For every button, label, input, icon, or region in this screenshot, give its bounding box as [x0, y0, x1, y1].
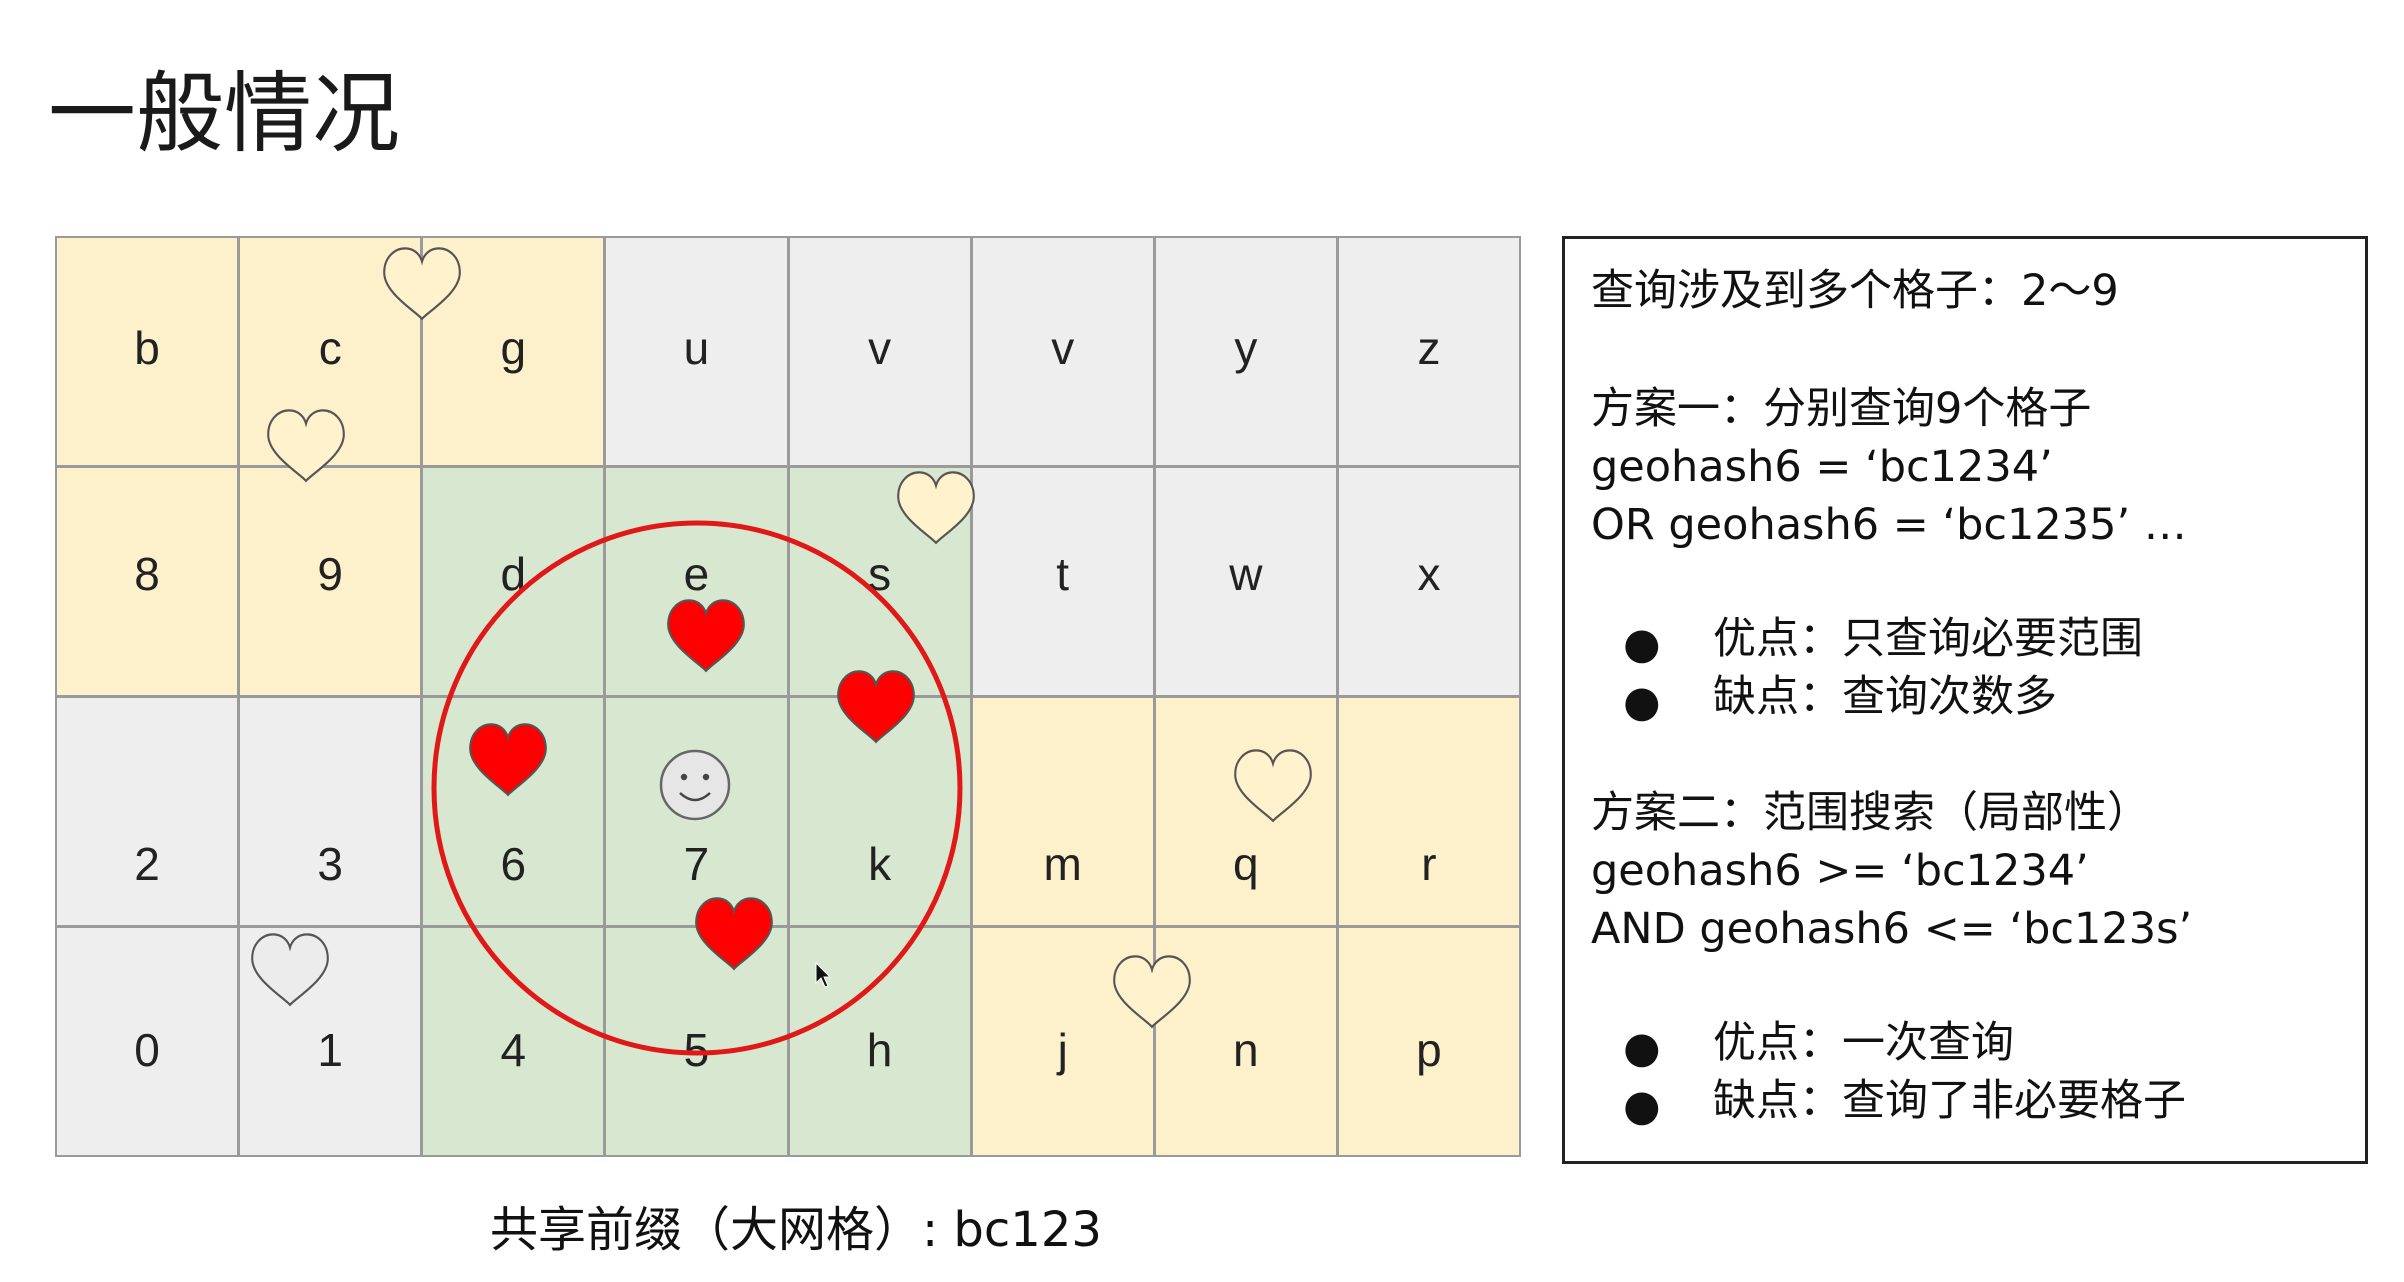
grid-cell-label: p	[1416, 1023, 1442, 1076]
geohash-grid: b c g u v v y z 8 9 d e s t w x 2 3 6 7 k m q r 0 1 4 5 h j n p	[55, 236, 1521, 1157]
grid-cell-label: q	[1233, 837, 1259, 890]
grid-cell-label: 5	[683, 1023, 710, 1076]
grid-cell-label: g	[500, 322, 527, 375]
plan1-pro: 优点：只查询必要范围	[1713, 614, 2143, 664]
grid-cell-label: v	[1051, 322, 1075, 375]
grid-cell-label: u	[683, 322, 710, 375]
grid-cell-label: r	[1421, 837, 1437, 890]
grid-cell: y	[1153, 236, 1338, 467]
grid-cell: z	[1336, 236, 1521, 467]
plan2-code-line-1: geohash6 >= ‘bc1234’	[1591, 846, 2089, 896]
grid-cell: k	[787, 696, 972, 927]
grid-cell: 3	[238, 696, 423, 927]
grid-cell: v	[970, 236, 1155, 467]
grid-cell-label: v	[868, 322, 892, 375]
grid-cell: 2	[55, 696, 240, 927]
grid-cell: 1	[238, 926, 423, 1157]
grid-cell: w	[1153, 466, 1338, 697]
grid-cell: 6	[421, 696, 606, 927]
grid-cell-label: n	[1233, 1023, 1259, 1076]
plan1-title: 方案一：分别查询9个格子	[1591, 384, 2092, 434]
plan1-code-line-1: geohash6 = ‘bc1234’	[1591, 442, 2053, 492]
plan2-con: 缺点：查询了非必要格子	[1713, 1076, 2186, 1126]
grid-cell-label: 4	[500, 1023, 527, 1076]
grid-cell-label: c	[318, 322, 342, 375]
grid-cell: c	[238, 236, 423, 467]
query-explanation-panel: 查询涉及到多个格子：2～9 方案一：分别查询9个格子 geohash6 = ‘b…	[1562, 236, 2368, 1164]
grid-cell-label: z	[1417, 322, 1441, 375]
grid-cell-label: t	[1056, 547, 1070, 600]
grid-cell: h	[787, 926, 972, 1157]
grid-cell: d	[421, 466, 606, 697]
grid-cell-label: b	[134, 322, 160, 375]
grid-cell-label: 6	[500, 837, 527, 890]
grid-cell-label: 3	[317, 837, 343, 890]
grid-cell: v	[787, 236, 972, 467]
grid-cell-label: x	[1417, 547, 1441, 600]
grid-cell: 4	[421, 926, 606, 1157]
grid-cell: g	[421, 236, 606, 467]
grid-cell-label: 8	[134, 547, 160, 600]
bullet-icon: ●	[1623, 619, 1661, 669]
plan1-con: 缺点：查询次数多	[1713, 672, 2057, 722]
grid-cell-label: y	[1234, 322, 1258, 375]
grid-cell: t	[970, 466, 1155, 697]
grid-cell: b	[55, 236, 240, 467]
shared-prefix-caption: 共享前缀（大网格）: bc123	[490, 1202, 1102, 1258]
grid-cell: 8	[55, 466, 240, 697]
grid-cell: 7	[604, 696, 789, 927]
bullet-icon: ●	[1623, 1023, 1661, 1073]
grid-cell-label: h	[866, 1023, 893, 1076]
panel-intro-line: 查询涉及到多个格子：2～9	[1591, 266, 2119, 316]
grid-cell: q	[1153, 696, 1338, 927]
grid-cell: e	[604, 466, 789, 697]
grid-cell-label: 1	[317, 1023, 343, 1076]
plan2-code-line-2: AND geohash6 <= ‘bc123s’	[1591, 904, 2193, 954]
grid-cell: 5	[604, 926, 789, 1157]
grid-cell: 0	[55, 926, 240, 1157]
grid-cell-label: w	[1229, 547, 1263, 600]
grid-cell: s	[787, 466, 972, 697]
grid-cell: r	[1336, 696, 1521, 927]
grid-cell: p	[1336, 926, 1521, 1157]
grid-cell: 9	[238, 466, 423, 697]
grid-cell-label: k	[868, 837, 892, 890]
grid-cell: u	[604, 236, 789, 467]
grid-cell-label: d	[500, 547, 527, 600]
grid-cell-label: j	[1057, 1023, 1068, 1076]
grid-cell-label: 9	[317, 547, 343, 600]
grid-cell-label: s	[868, 547, 892, 600]
grid-cell-label: 7	[683, 837, 710, 890]
plan2-pro: 优点：一次查询	[1713, 1018, 2014, 1068]
grid-cell: j	[970, 926, 1155, 1157]
grid-cell: m	[970, 696, 1155, 927]
grid-cell-label: e	[683, 547, 710, 600]
grid-cell-label: m	[1043, 837, 1082, 890]
grid-cell-label: 0	[134, 1023, 160, 1076]
bullet-icon: ●	[1623, 1081, 1661, 1131]
grid-cell: n	[1153, 926, 1338, 1157]
grid-cell-label: 2	[134, 837, 160, 890]
slide-title: 一般情况	[48, 62, 401, 165]
grid-cell: x	[1336, 466, 1521, 697]
bullet-icon: ●	[1623, 677, 1661, 727]
plan2-title: 方案二：范围搜索（局部性）	[1591, 788, 2150, 838]
plan1-code-line-2: OR geohash6 = ‘bc1235’ …	[1591, 500, 2187, 550]
